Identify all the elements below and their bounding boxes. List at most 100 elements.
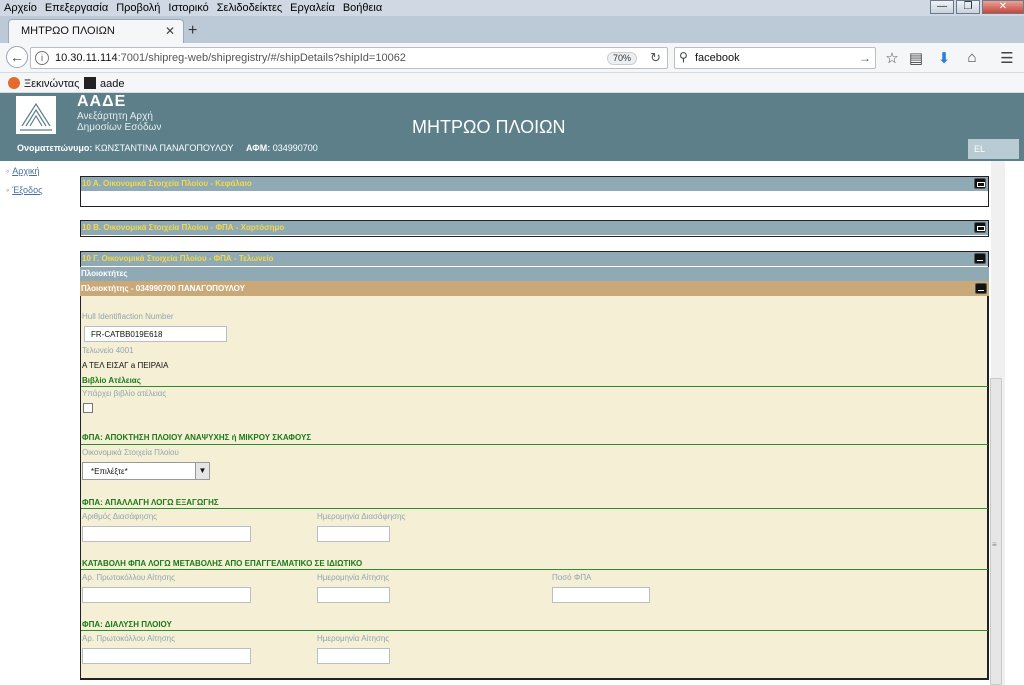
page-right-edge: [1005, 161, 1024, 685]
book-exists-checkbox[interactable]: [83, 403, 93, 413]
menu-history[interactable]: Ιστορικό: [164, 2, 212, 14]
panel-10a-title: 10 Α. Οικονομικά Στοιχεία Πλοίου - Κεφάλ…: [82, 179, 252, 188]
logo-title: ΑΑΔΕ: [77, 93, 127, 110]
financial-data-selected: *Επιλέξτε*: [91, 467, 128, 476]
hin-label: Hull Identifiaction Number: [82, 312, 174, 321]
menu-view[interactable]: Προβολή: [112, 2, 164, 14]
navigation-bar: ← i 10.30.11.114:7001/shipreg-web/shipre…: [0, 43, 1024, 73]
protocol-number-label: Αρ. Πρωτοκόλλου Αίτησης: [82, 634, 175, 643]
menu-edit[interactable]: Επεξεργασία: [41, 2, 112, 14]
afm-value: 034990700: [272, 143, 318, 153]
bookmark-getting-started[interactable]: Ξεκινώντας: [8, 77, 79, 90]
user-info: Ονοματεπώνυμο: ΚΩΝΣΤΑΝΤΙΝΑ ΠΑΝΑΓΟΠΟΥΛΟΥ …: [17, 143, 318, 153]
section-divider: [81, 508, 988, 509]
scrollbar-thumb[interactable]: [990, 378, 1002, 685]
bookmark-label: Ξεκινώντας: [24, 78, 80, 90]
sidebar-item-home[interactable]: Αρχική: [6, 166, 39, 176]
window-controls: — ❐ ✕: [928, 0, 1024, 16]
owner-collapse-icon[interactable]: [975, 283, 987, 294]
panel-10a-toggle-icon[interactable]: [974, 178, 986, 189]
menu-help[interactable]: Βοήθεια: [339, 2, 386, 14]
panel-10c: 10 Γ. Οικονομικά Στοιχεία Πλοίου - ΦΠΑ -…: [80, 251, 989, 267]
logo-subtitle: Ανεξάρτητη Αρχή Δημοσίων Εσόδων: [77, 111, 187, 133]
vat-amount-input[interactable]: [552, 587, 650, 603]
vat-amount-label: Ποσό ΦΠΑ: [552, 573, 592, 582]
language-selector[interactable]: EL: [968, 139, 1019, 159]
bookmarks-bar: Ξεκινώντας aade: [0, 73, 1024, 93]
dissolution-protocol-input[interactable]: [82, 648, 251, 664]
owners-bar[interactable]: Πλοιοκτήτες: [80, 267, 989, 281]
owner-bar[interactable]: Πλοιοκτήτης - 034990700 ΠΑΝΑΓΟΠΟΥΛΟΥ: [80, 281, 989, 296]
section-dissolution: ΦΠΑ: ΔΙΑΛΥΣΗ ΠΛΟΙΟΥ: [82, 620, 172, 629]
reload-icon[interactable]: ↻: [650, 50, 661, 66]
financial-data-select[interactable]: *Επιλέξτε* ▼: [82, 462, 210, 480]
protocol-number-input[interactable]: [82, 587, 251, 603]
tab-close-icon[interactable]: ✕: [165, 24, 175, 38]
owner-title: Πλοιοκτήτης - 034990700 ΠΑΝΑΓΟΠΟΥΛΟΥ: [81, 284, 246, 293]
protocol-number-label: Αρ. Πρωτοκόλλου Αίτησης: [82, 573, 175, 582]
user-name-label: Ονοματεπώνυμο:: [17, 143, 93, 153]
close-window-button[interactable]: ✕: [982, 0, 1024, 14]
minimize-button[interactable]: —: [930, 0, 954, 14]
panel-10b-toggle-icon[interactable]: [974, 222, 986, 233]
downloads-icon[interactable]: ⬇: [934, 49, 954, 67]
firefox-icon: [8, 77, 20, 89]
home-icon[interactable]: ⌂: [962, 49, 982, 66]
tab-ship-registry[interactable]: ΜΗΤΡΩΟ ΠΛΟΙΩΝ ✕: [8, 19, 184, 43]
page-header: ΑΑΔΕ Ανεξάρτητη Αρχή Δημοσίων Εσόδων ΜΗΤΡ…: [0, 93, 1024, 161]
menu-bookmarks[interactable]: Σελιδοδείκτες: [213, 2, 286, 14]
browser-menubar: Αρχείο Επεξεργασία Προβολή Ιστορικό Σελι…: [0, 0, 1024, 16]
panel-10c-header[interactable]: 10 Γ. Οικονομικά Στοιχεία Πλοίου - ΦΠΑ -…: [81, 252, 988, 266]
panel-10b-header[interactable]: 10 Β. Οικονομικά Στοιχεία Πλοίου - ΦΠΑ -…: [81, 221, 988, 235]
bookmark-label: aade: [100, 78, 125, 90]
section-acquisition: ΦΠΑ: ΑΠΟΚΤΗΣΗ ΠΛΟΙΟΥ ΑΝΑΨΥΧΗΣ ή ΜΙΚΡΟΥ Σ…: [82, 433, 312, 442]
panel-10b-title: 10 Β. Οικονομικά Στοιχεία Πλοίου - ΦΠΑ -…: [82, 223, 285, 232]
section-exemption-book: Βιβλίο Ατέλειας: [82, 376, 141, 385]
logo-subtitle-line: Δημοσίων Εσόδων: [77, 122, 162, 133]
book-exists-label: Υπάρχει βιβλίο ατέλειας: [82, 389, 167, 398]
reading-list-icon[interactable]: ▤: [906, 49, 926, 67]
search-input[interactable]: facebook: [695, 52, 740, 64]
application-date-label: Ημερομηνία Αίτησης: [317, 573, 390, 582]
dropdown-arrow-icon[interactable]: ▼: [195, 463, 209, 479]
section-divider: [81, 386, 988, 387]
clearance-date-input[interactable]: [317, 526, 390, 542]
user-name: ΚΩΝΣΤΑΝΤΙΝΑ ΠΑΝΑΓΟΠΟΥΛΟΥ: [94, 143, 234, 153]
bookmark-star-icon[interactable]: ☆: [882, 49, 902, 67]
application-date-input[interactable]: [317, 587, 390, 603]
section-divider: [81, 444, 988, 445]
clearance-number-label: Αριθμός Διασάφησης: [82, 512, 157, 521]
logo-subtitle-line: Ανεξάρτητη Αρχή: [77, 111, 153, 122]
menu-file[interactable]: Αρχείο: [0, 2, 41, 14]
search-go-icon[interactable]: →: [859, 51, 871, 65]
panel-10b: 10 Β. Οικονομικά Στοιχεία Πλοίου - ΦΠΑ -…: [80, 220, 989, 237]
panel-10c-collapse-icon[interactable]: [974, 253, 986, 264]
bookmark-aade[interactable]: aade: [84, 77, 124, 90]
clearance-number-input[interactable]: [82, 526, 251, 542]
section-divider: [81, 630, 988, 631]
zoom-indicator[interactable]: 70%: [607, 52, 638, 65]
sidebar-item-logout[interactable]: Έξοδος: [6, 185, 42, 195]
customs-value: Α ΤΕΛ ΕΙΣΑΓ a ΠΕΙΡΑΙΑ: [82, 361, 169, 370]
aade-favicon: [84, 77, 96, 89]
sidebar: Αρχική Έξοδος: [0, 161, 78, 685]
new-tab-button[interactable]: +: [188, 22, 197, 40]
dissolution-date-input[interactable]: [317, 648, 390, 664]
site-info-icon[interactable]: i: [35, 51, 49, 65]
application-date-label: Ημερομηνία Αίτησης: [317, 634, 390, 643]
menu-tools[interactable]: Εργαλεία: [286, 2, 339, 14]
panel-10a-header[interactable]: 10 Α. Οικονομικά Στοιχεία Πλοίου - Κεφάλ…: [81, 177, 988, 191]
panel-10a: 10 Α. Οικονομικά Στοιχεία Πλοίου - Κεφάλ…: [80, 176, 989, 207]
hin-input[interactable]: [84, 326, 227, 342]
url-bar[interactable]: i 10.30.11.114:7001/shipreg-web/shipregi…: [30, 47, 668, 69]
url-text: 10.30.11.114:7001/shipreg-web/shipregist…: [55, 52, 406, 64]
panel-10c-title: 10 Γ. Οικονομικά Στοιχεία Πλοίου - ΦΠΑ -…: [82, 254, 274, 263]
hamburger-menu-icon[interactable]: ☰: [997, 49, 1017, 67]
afm-label: ΑΦΜ:: [246, 143, 271, 153]
back-button[interactable]: ←: [6, 46, 28, 68]
clearance-date-label: Ημερομηνία Διασάφησης: [317, 512, 406, 521]
restore-button[interactable]: ❐: [956, 0, 980, 14]
search-bar[interactable]: ⚲ facebook →: [674, 47, 876, 69]
owners-title: Πλοιοκτήτες: [81, 269, 128, 278]
url-path: :7001/shipreg-web/shipregistry/#/shipDet…: [117, 52, 406, 64]
